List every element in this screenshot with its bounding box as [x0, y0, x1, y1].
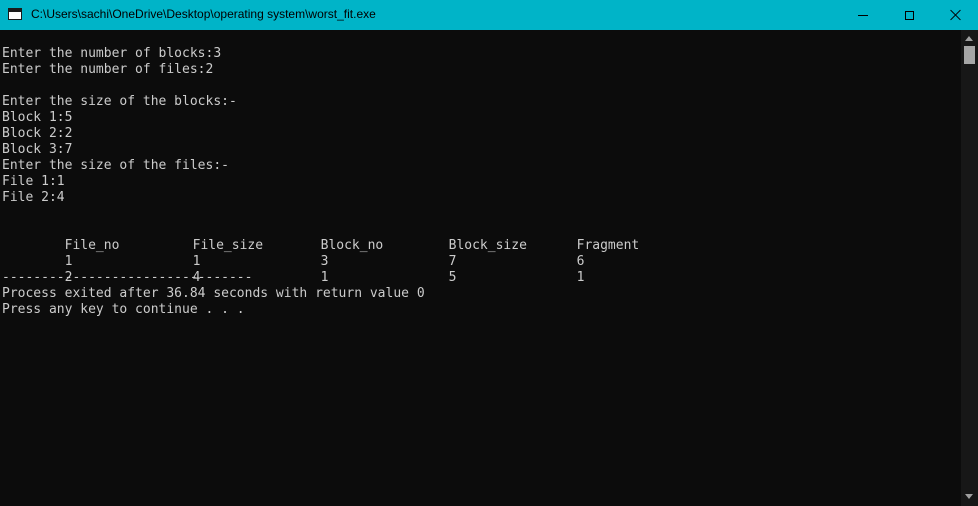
process-exit-message: Process exited after 36.84 seconds with …: [2, 286, 425, 301]
console-line: Block 1:5: [2, 110, 73, 125]
close-icon: [949, 9, 961, 21]
scroll-down-arrow-icon[interactable]: [965, 494, 973, 499]
minimize-button[interactable]: [840, 0, 886, 30]
console-line: Enter the size of the blocks:-: [2, 94, 237, 109]
table-header-row: File_no File_size Block_no Block_size Fragme…: [2, 222, 705, 253]
vertical-scrollbar[interactable]: [961, 30, 978, 506]
table-cell: 1: [320, 270, 329, 285]
table-cell: 3: [320, 254, 329, 269]
console-line: File 1:1: [2, 174, 65, 189]
maximize-button[interactable]: [886, 0, 932, 30]
table-cell: 1: [64, 254, 73, 269]
console-window: C:\Users\sachi\OneDrive\Desktop\operatin…: [0, 0, 978, 506]
scroll-up-arrow-icon[interactable]: [965, 36, 973, 41]
table-cell: 7: [448, 254, 457, 269]
console-line: File 2:4: [2, 190, 65, 205]
console-output[interactable]: Enter the number of blocks:3 Enter the n…: [0, 30, 961, 506]
table-header: File_size: [192, 238, 264, 253]
close-button[interactable]: [932, 0, 978, 30]
console-line: Enter the size of the files:-: [2, 158, 229, 173]
table-header: File_no: [64, 238, 120, 253]
table-cell: 1: [192, 254, 201, 269]
table-cell: 5: [448, 270, 457, 285]
table-header: Block_size: [448, 238, 527, 253]
scrollbar-thumb[interactable]: [964, 46, 975, 64]
continue-prompt: Press any key to continue . . .: [2, 302, 245, 317]
window-title: C:\Users\sachi\OneDrive\Desktop\operatin…: [31, 7, 376, 21]
console-line: Block 2:2: [2, 126, 73, 141]
table-cell: 1: [576, 270, 585, 285]
maximize-icon: [904, 10, 914, 20]
table-cell: 6: [576, 254, 585, 269]
console-line: Enter the number of files:2: [2, 62, 214, 77]
console-app-icon[interactable]: [8, 8, 22, 20]
console-line: Enter the number of blocks:3: [2, 46, 222, 61]
table-header: Fragment: [576, 238, 640, 253]
table-header: Block_no: [320, 238, 384, 253]
minimize-icon: [858, 14, 868, 16]
console-line: Block 3:7: [2, 142, 73, 157]
title-bar[interactable]: C:\Users\sachi\OneDrive\Desktop\operatin…: [0, 0, 978, 30]
